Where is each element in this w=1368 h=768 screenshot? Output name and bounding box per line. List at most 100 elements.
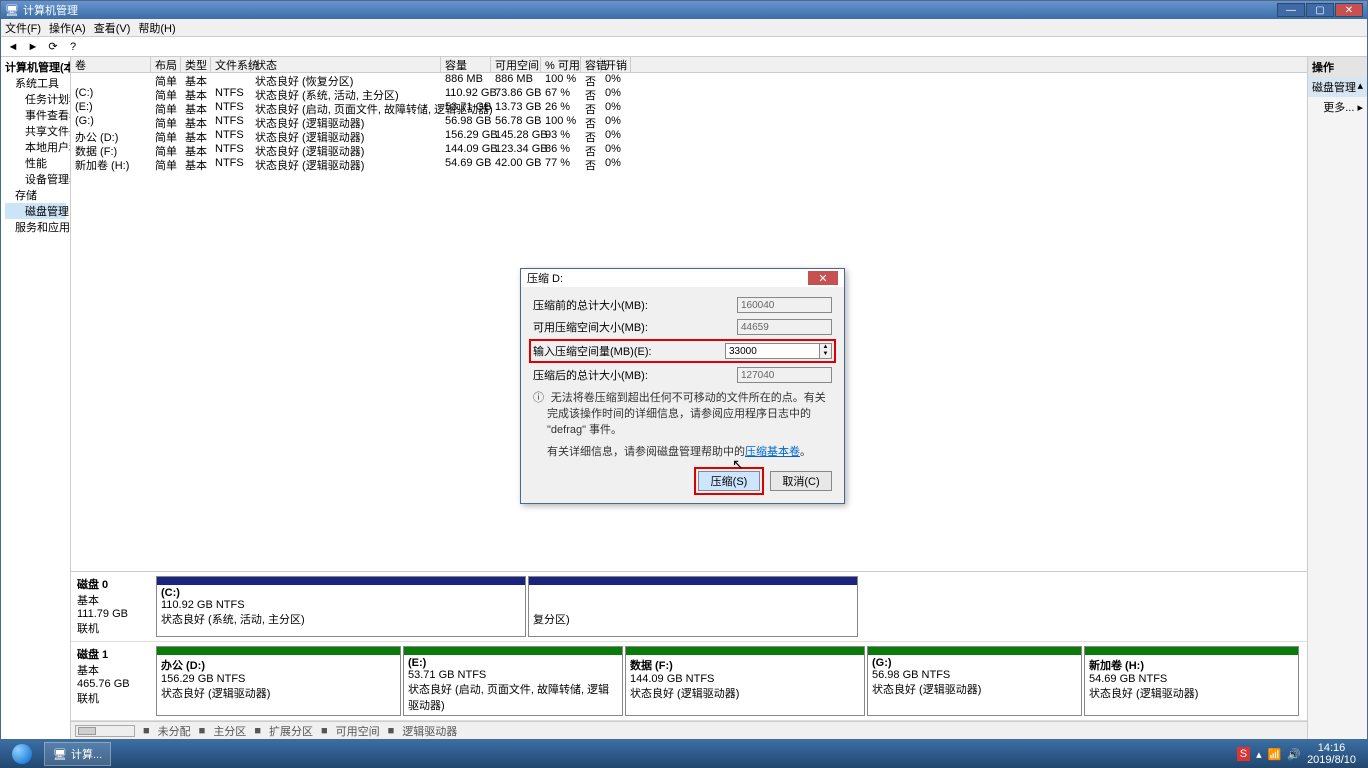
table-row[interactable]: 新加卷 (H:)简单基本NTFS状态良好 (逻辑驱动器)54.69 GB42.0…: [71, 157, 1307, 171]
legend-unallocated: 未分配: [158, 723, 191, 739]
refresh-icon[interactable]: ⟳: [45, 39, 61, 55]
available-shrink-label: 可用压缩空间大小(MB):: [533, 319, 737, 335]
tray-time: 14:16: [1307, 742, 1356, 754]
cell-oh: 0%: [601, 143, 631, 157]
sidebar-item-task-scheduler[interactable]: 任务计划程: [5, 91, 66, 107]
menu-file[interactable]: 文件(F): [5, 20, 41, 36]
disk-partition-bar: (C:)110.92 GB NTFS状态良好 (系统, 活动, 主分区)复分区): [156, 572, 1307, 641]
collapse-icon: ▴: [1357, 79, 1363, 95]
sidebar-root[interactable]: 计算机管理(本: [5, 59, 66, 75]
back-icon[interactable]: ◄: [5, 39, 21, 55]
cell-layout: 简单: [151, 101, 181, 115]
cell-type: 基本: [181, 101, 211, 115]
shrink-note-2-prefix: 有关详细信息，请参阅磁盘管理帮助中的: [547, 446, 745, 458]
partition[interactable]: 办公 (D:)156.29 GB NTFS状态良好 (逻辑驱动器): [156, 646, 401, 716]
cell-vol: 新加卷 (H:): [71, 157, 151, 171]
sidebar-item-event-viewer[interactable]: 事件查看器: [5, 107, 66, 123]
col-filesystem[interactable]: 文件系统: [211, 57, 251, 72]
col-status[interactable]: 状态: [251, 57, 441, 72]
sidebar: 计算机管理(本 系统工具 任务计划程 事件查看器 共享文件夹 本地用户和 性能 …: [1, 57, 71, 739]
dialog-titlebar[interactable]: 压缩 D: ✕: [521, 269, 844, 287]
start-button[interactable]: [4, 742, 40, 766]
cell-pct: 100 %: [541, 73, 581, 87]
partition-info: (E:)53.71 GB NTFS状态良好 (启动, 页面文件, 故障转储, 逻…: [404, 655, 622, 715]
cancel-button[interactable]: 取消(C): [770, 471, 832, 491]
tray-clock[interactable]: 14:16 2019/8/10: [1307, 742, 1356, 766]
table-row[interactable]: (E:)简单基本NTFS状态良好 (启动, 页面文件, 故障转储, 逻辑驱动器)…: [71, 101, 1307, 115]
help-icon[interactable]: ?: [65, 39, 81, 55]
sidebar-item-storage[interactable]: 存储: [5, 187, 66, 203]
partition[interactable]: 数据 (F:)144.09 GB NTFS状态良好 (逻辑驱动器): [625, 646, 865, 716]
partition[interactable]: (E:)53.71 GB NTFS状态良好 (启动, 页面文件, 故障转储, 逻…: [403, 646, 623, 716]
partition-info: 复分区): [529, 585, 857, 636]
titlebar[interactable]: 🖥 计算机管理 — ▢ ✕: [1, 1, 1367, 19]
cell-vol: [71, 73, 151, 87]
col-fault-tolerance[interactable]: 容错: [581, 57, 601, 72]
table-row[interactable]: (C:)简单基本NTFS状态良好 (系统, 活动, 主分区)110.92 GB7…: [71, 87, 1307, 101]
shrink-dialog: 压缩 D: ✕ 压缩前的总计大小(MB): 可用压缩空间大小(MB): 输入压缩…: [520, 268, 845, 504]
spinner-up-icon[interactable]: ▲: [820, 344, 831, 351]
col-layout[interactable]: 布局: [151, 57, 181, 72]
col-capacity[interactable]: 容量: [441, 57, 491, 72]
dialog-close-button[interactable]: ✕: [808, 271, 838, 285]
cell-cap: 144.09 GB: [441, 143, 491, 157]
before-size-value: [737, 297, 832, 313]
minimize-button[interactable]: —: [1277, 3, 1305, 17]
col-overhead[interactable]: 开销: [601, 57, 631, 72]
spinner-down-icon[interactable]: ▼: [820, 351, 831, 358]
shrink-help-link[interactable]: 压缩基本卷: [745, 446, 800, 458]
cell-type: 基本: [181, 129, 211, 143]
taskbar-app-icon: 🖥: [53, 748, 67, 761]
app-icon: 🖥: [5, 4, 19, 17]
partition[interactable]: 复分区): [528, 576, 858, 637]
menu-view[interactable]: 查看(V): [94, 20, 131, 36]
cell-status: 状态良好 (逻辑驱动器): [251, 129, 441, 143]
actions-more[interactable]: 更多... ▸: [1308, 97, 1367, 117]
table-row[interactable]: 简单基本状态良好 (恢复分区)886 MB886 MB100 %否0%: [71, 73, 1307, 87]
taskbar-app-computer-management[interactable]: 🖥 计算...: [44, 742, 111, 766]
sidebar-item-shared-folders[interactable]: 共享文件夹: [5, 123, 66, 139]
close-button[interactable]: ✕: [1335, 3, 1363, 17]
shrink-button[interactable]: 压缩(S): [698, 471, 760, 491]
table-row[interactable]: 办公 (D:)简单基本NTFS状态良好 (逻辑驱动器)156.29 GB145.…: [71, 129, 1307, 143]
tray-ime-icon[interactable]: S: [1237, 747, 1250, 761]
sidebar-item-device-manager[interactable]: 设备管理器: [5, 171, 66, 187]
col-free[interactable]: 可用空间: [491, 57, 541, 72]
tray-up-icon[interactable]: ▴: [1256, 748, 1262, 761]
table-row[interactable]: 数据 (F:)简单基本NTFS状态良好 (逻辑驱动器)144.09 GB123.…: [71, 143, 1307, 157]
disk-label[interactable]: 磁盘 1基本465.76 GB联机: [71, 642, 156, 720]
cell-pct: 67 %: [541, 87, 581, 101]
disk-label[interactable]: 磁盘 0基本111.79 GB联机: [71, 572, 156, 641]
cell-status: 状态良好 (逻辑驱动器): [251, 115, 441, 129]
maximize-button[interactable]: ▢: [1306, 3, 1334, 17]
toolbar: ◄ ► ⟳ ?: [1, 37, 1367, 57]
menu-action[interactable]: 操作(A): [49, 20, 86, 36]
cell-oh: 0%: [601, 115, 631, 129]
table-row[interactable]: (G:)简单基本NTFS状态良好 (逻辑驱动器)56.98 GB56.78 GB…: [71, 115, 1307, 129]
partition-stripe: [529, 577, 857, 585]
shrink-amount-spinner[interactable]: ▲▼: [820, 343, 832, 359]
sidebar-item-services[interactable]: 服务和应用程: [5, 219, 66, 235]
col-percent[interactable]: % 可用: [541, 57, 581, 72]
sidebar-item-performance[interactable]: 性能: [5, 155, 66, 171]
sidebar-item-local-users[interactable]: 本地用户和: [5, 139, 66, 155]
partition-info: (G:)56.98 GB NTFS状态良好 (逻辑驱动器): [868, 655, 1081, 715]
tray-volume-icon[interactable]: 🔊: [1287, 748, 1301, 761]
cell-fs: NTFS: [211, 157, 251, 171]
cell-free: 13.73 GB: [491, 101, 541, 115]
partition[interactable]: 新加卷 (H:)54.69 GB NTFS状态良好 (逻辑驱动器): [1084, 646, 1299, 716]
tray-network-icon[interactable]: 📶: [1268, 748, 1282, 761]
cell-fs: [211, 73, 251, 87]
partition[interactable]: (G:)56.98 GB NTFS状态良好 (逻辑驱动器): [867, 646, 1082, 716]
col-volume[interactable]: 卷: [71, 57, 151, 72]
forward-icon[interactable]: ►: [25, 39, 41, 55]
col-type[interactable]: 类型: [181, 57, 211, 72]
actions-panel-section[interactable]: 磁盘管理 ▴: [1308, 77, 1367, 97]
sidebar-item-disk-management[interactable]: 磁盘管理: [5, 203, 66, 219]
menu-help[interactable]: 帮助(H): [138, 20, 175, 36]
cell-layout: 简单: [151, 115, 181, 129]
sidebar-item-system-tools[interactable]: 系统工具: [5, 75, 66, 91]
legend-scrollbar[interactable]: [75, 725, 135, 737]
partition[interactable]: (C:)110.92 GB NTFS状态良好 (系统, 活动, 主分区): [156, 576, 526, 637]
shrink-amount-input[interactable]: [725, 343, 820, 359]
